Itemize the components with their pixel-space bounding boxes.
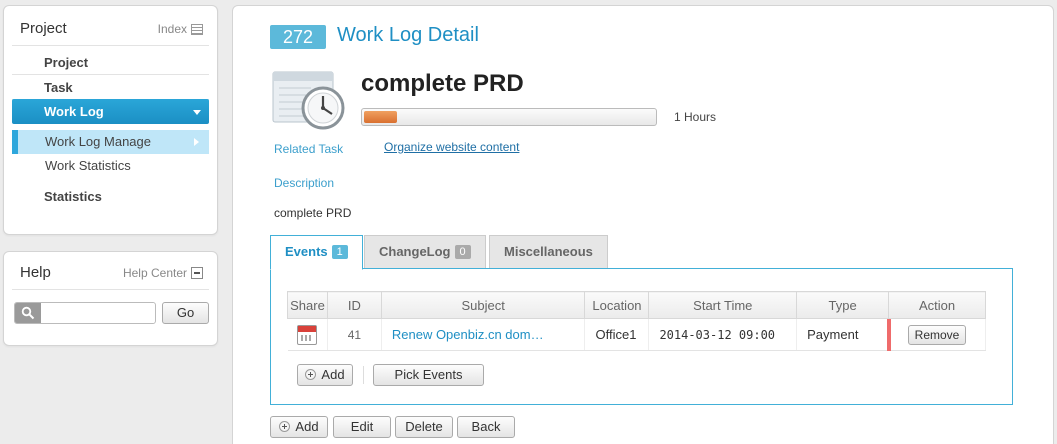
index-link-label[interactable]: Index (158, 22, 187, 36)
add-button[interactable]: Add (270, 416, 328, 438)
event-type: Payment (807, 327, 859, 342)
table-row: 41 Renew Openbiz.cn dom… Office1 2014-03… (287, 318, 986, 351)
search-icon (15, 303, 41, 323)
col-id[interactable]: ID (326, 291, 382, 319)
col-subject[interactable]: Subject (380, 291, 586, 319)
back-button[interactable]: Back (457, 416, 515, 438)
tab-events-count: 1 (331, 245, 348, 259)
tab-miscellaneous[interactable]: Miscellaneous (489, 235, 608, 269)
event-add-button[interactable]: Add (297, 364, 353, 386)
col-start-time[interactable]: Start Time (648, 291, 798, 319)
sidebar-item-task[interactable]: Task (12, 75, 209, 100)
sidebar-item-work-log-label: Work Log (44, 104, 104, 119)
col-type[interactable]: Type (796, 291, 890, 319)
tab-changelog-count: 0 (454, 245, 471, 259)
hours-value: 1 Hours (674, 110, 717, 124)
progress-fill (364, 111, 398, 123)
index-link[interactable]: Index (158, 22, 203, 36)
cell-type: Payment (796, 318, 892, 351)
col-action[interactable]: Action (888, 291, 986, 319)
help-panel-header: Help Help Center (12, 260, 209, 290)
record-name: complete PRD (361, 70, 524, 97)
go-button[interactable]: Go (162, 302, 209, 324)
events-tab-panel: Share ID Subject Location Start Time Typ… (270, 268, 1013, 405)
sidebar-subitem-work-log-manage-label: Work Log Manage (45, 134, 151, 149)
help-center-label[interactable]: Help Center (123, 266, 187, 280)
events-table: Share ID Subject Location Start Time Typ… (287, 291, 986, 351)
cell-share (287, 318, 328, 351)
sidebar-item-work-log[interactable]: Work Log (12, 99, 209, 124)
divider (363, 366, 364, 384)
description-value: complete PRD (274, 206, 352, 220)
chevron-down-icon (193, 110, 201, 115)
tab-changelog-label: ChangeLog (379, 244, 451, 259)
tab-events[interactable]: Events 1 (270, 235, 363, 270)
tab-events-label: Events (285, 244, 328, 259)
pick-events-button[interactable]: Pick Events (373, 364, 484, 386)
cell-start-time: 2014-03-12 09:00 (648, 318, 798, 351)
tab-miscellaneous-label: Miscellaneous (504, 244, 593, 259)
help-center-link[interactable]: Help Center (123, 266, 203, 280)
project-panel: Project Index Project Task Work Log Work… (3, 5, 218, 235)
help-panel: Help Help Center Go (3, 251, 218, 346)
tab-changelog[interactable]: ChangeLog 0 (364, 235, 486, 269)
edit-button[interactable]: Edit (333, 416, 391, 438)
plus-icon (305, 369, 317, 380)
add-button-label: Add (295, 419, 319, 434)
sidebar-subitem-work-statistics[interactable]: Work Statistics (12, 154, 209, 178)
record-id-badge: 272 (270, 25, 326, 49)
list-icon[interactable] (191, 23, 203, 35)
col-location[interactable]: Location (584, 291, 650, 319)
help-panel-title: Help (20, 264, 51, 281)
delete-button[interactable]: Delete (395, 416, 453, 438)
chevron-right-icon (194, 138, 199, 146)
cell-action: Remove (888, 318, 986, 351)
main-content: 272 Work Log Detail complete PRD 1 Hours… (232, 5, 1054, 444)
plus-icon (279, 421, 291, 432)
cell-id: 41 (327, 318, 382, 351)
table-header-row: Share ID Subject Location Start Time Typ… (287, 291, 986, 319)
progress-bar (361, 108, 657, 126)
help-search-input[interactable] (42, 303, 154, 323)
cell-subject: Renew Openbiz.cn dom… (381, 318, 586, 351)
project-panel-header: Project Index (12, 16, 209, 46)
related-task-link[interactable]: Organize website content (384, 140, 519, 154)
sidebar-item-project[interactable]: Project (12, 50, 209, 75)
calendar-icon[interactable] (297, 324, 318, 345)
project-panel-title: Project (20, 20, 67, 37)
work-log-clock-icon (272, 71, 345, 130)
col-share[interactable]: Share (287, 291, 328, 319)
event-subject-link[interactable]: Renew Openbiz.cn dom… (392, 327, 544, 342)
type-flag (887, 319, 892, 351)
remove-button[interactable]: Remove (908, 324, 967, 345)
page-title: Work Log Detail (337, 24, 479, 46)
sidebar-item-statistics[interactable]: Statistics (12, 184, 209, 209)
event-add-label: Add (321, 367, 345, 382)
help-search-box (14, 302, 156, 324)
cell-location: Office1 (584, 318, 650, 351)
collapse-icon[interactable] (191, 267, 203, 279)
related-task-label: Related Task (274, 142, 344, 156)
description-label: Description (274, 176, 335, 190)
sidebar-subitem-work-log-manage[interactable]: Work Log Manage (12, 130, 209, 154)
